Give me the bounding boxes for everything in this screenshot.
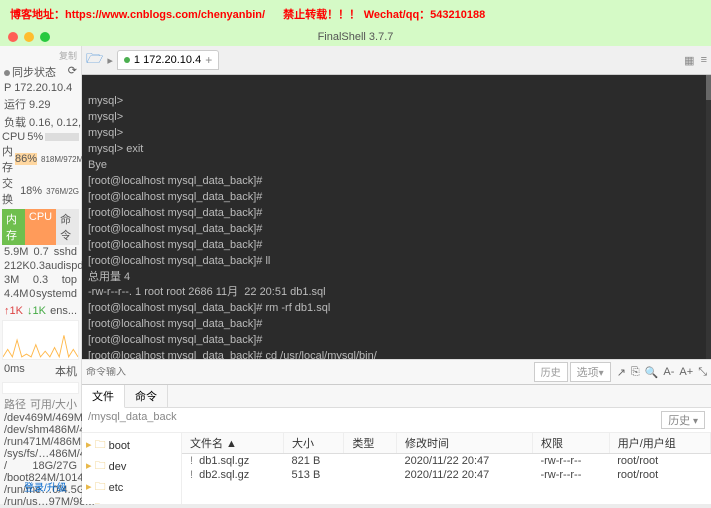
arrow-icon[interactable]: ↗ — [617, 366, 626, 379]
window-controls[interactable] — [8, 32, 50, 42]
copy-icon[interactable]: ⎘ — [631, 366, 640, 379]
sidebar-tabs[interactable]: 内存 CPU 命令 — [2, 209, 79, 245]
terminal[interactable]: mysql> mysql> mysql> mysql> exit Bye [ro… — [82, 75, 711, 359]
swap-bar: 交换18%376M/2G — [2, 175, 79, 207]
resize-icon[interactable]: ⤡ — [698, 366, 707, 379]
tree-item[interactable]: ▸ 🗀home — [84, 498, 179, 504]
list-icon[interactable]: ≡ — [701, 54, 707, 67]
file-tree[interactable]: ▸ 🗀boot▸ 🗀dev▸ 🗀etc▸ 🗀home▸ 🗀lib▸ 🗀lib64… — [82, 433, 182, 504]
refresh-icon[interactable]: ⟳ — [68, 64, 77, 80]
options-button[interactable]: 选项▾ — [570, 362, 611, 382]
process-list: 5.9M0.7sshd212K0.3audispd3M0.3top4.4M0sy… — [2, 245, 79, 301]
grid-icon[interactable]: ▦ — [684, 54, 694, 67]
status-dot-icon — [124, 57, 130, 63]
tree-item[interactable]: ▸ 🗀dev — [84, 456, 179, 477]
history-button[interactable]: 历史 — [534, 362, 568, 382]
font-minus-icon[interactable]: A- — [663, 366, 674, 379]
file-list[interactable]: 文件名 ▲ 大小 类型 修改时间 权限 用户/用户组 ! db1.sql.gz8… — [182, 433, 711, 504]
session-tabbar: 🗁 ▸ 1 172.20.10.4 + ▦ ≡ — [82, 46, 711, 75]
sidebar: 复制 同步状态⟳ P 172.20.10.4 运行 9.29 负载 0.16, … — [0, 46, 82, 504]
minimize-icon[interactable] — [24, 32, 34, 42]
path-display[interactable]: /mysql_data_back — [88, 411, 177, 429]
files-tab[interactable]: 文件 — [82, 385, 125, 408]
search-icon[interactable]: 🔍 — [645, 366, 659, 379]
command-input[interactable] — [86, 367, 534, 378]
table-row[interactable]: ! db2.sql.gz513 B2020/11/22 20:47-rw-r--… — [182, 468, 711, 482]
tree-item[interactable]: ▸ 🗀boot — [84, 435, 179, 456]
load-avg: 负载 0.16, 0.12, 0.07 — [2, 113, 79, 131]
login-link[interactable]: 登录/升级 — [22, 475, 69, 498]
files-panel: 文件 命令 /mysql_data_back 历史 ▾ ▸ 🗀boot▸ 🗀de… — [82, 384, 711, 504]
cmd-tab[interactable]: 命令 — [125, 385, 168, 407]
maximize-icon[interactable] — [40, 32, 50, 42]
session-tab[interactable]: 1 172.20.10.4 + — [117, 50, 219, 70]
blog-link[interactable]: https://www.cnblogs.com/chenyanbin/ — [65, 9, 265, 21]
watermark-banner: 博客地址：https://www.cnblogs.com/chenyanbin/… — [0, 0, 711, 28]
close-icon[interactable] — [8, 32, 18, 42]
path-history-button[interactable]: 历史 ▾ — [661, 411, 705, 429]
ip-address: P 172.20.10.4 — [2, 81, 79, 95]
table-row[interactable]: ! db1.sql.gz821 B2020/11/22 20:47-rw-r--… — [182, 454, 711, 469]
network-chart — [2, 320, 79, 360]
mem-bar: 内存86%818M/972M — [2, 143, 79, 175]
folder-icon[interactable]: 🗁 — [86, 48, 103, 72]
terminal-footer: 历史 选项▾ ↗ ⎘ 🔍 A- A+ ⤡ — [82, 359, 711, 384]
copy-label[interactable]: 复制 — [2, 48, 79, 63]
terminal-scrollbar[interactable] — [706, 75, 711, 359]
font-plus-icon[interactable]: A+ — [679, 366, 693, 379]
tab-add-icon[interactable]: + — [205, 53, 212, 67]
tree-item[interactable]: ▸ 🗀etc — [84, 477, 179, 498]
window-titlebar: FinalShell 3.7.7 — [0, 28, 711, 46]
uptime: 运行 9.29 — [2, 95, 79, 113]
cpu-bar: CPU5% — [2, 131, 79, 143]
app-title: FinalShell 3.7.7 — [318, 31, 394, 43]
latency-chart — [2, 382, 79, 394]
